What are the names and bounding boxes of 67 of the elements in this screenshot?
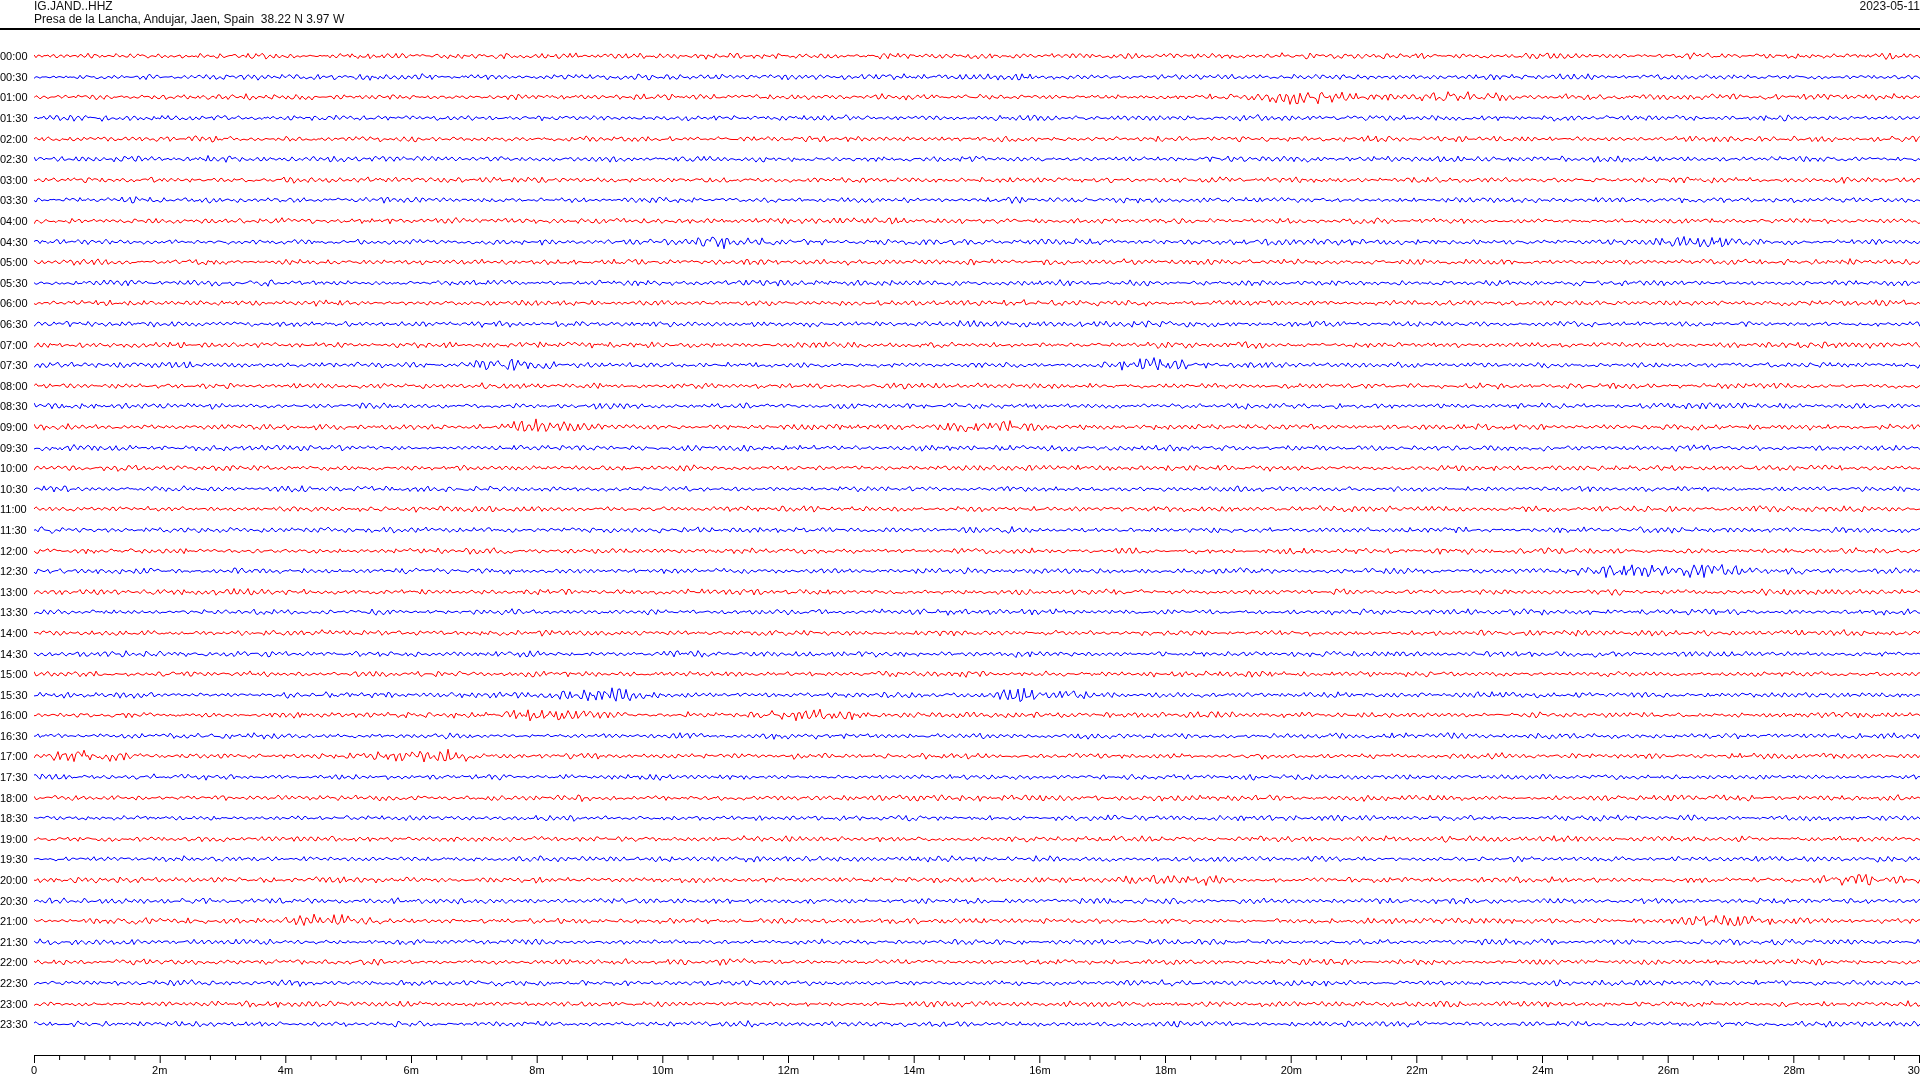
time-label: 15:30 xyxy=(0,688,29,701)
axis-label: 26m xyxy=(1657,1063,1680,1076)
axis-label: 18m xyxy=(1154,1063,1177,1076)
axis-label: 2m xyxy=(152,1063,168,1076)
time-label: 21:00 xyxy=(0,915,29,928)
time-label: 20:00 xyxy=(0,874,29,887)
time-label: 00:00 xyxy=(0,50,29,63)
time-label: 02:30 xyxy=(0,153,29,166)
time-label: 15:00 xyxy=(0,668,29,681)
time-label: 10:30 xyxy=(0,482,29,495)
axis-label: 30 xyxy=(1907,1063,1920,1076)
time-label: 00:30 xyxy=(0,70,29,83)
time-label: 08:00 xyxy=(0,379,29,392)
time-label: 19:00 xyxy=(0,832,29,845)
time-label: 04:30 xyxy=(0,235,29,248)
axis-label: 12m xyxy=(777,1063,800,1076)
time-label: 16:30 xyxy=(0,729,29,742)
time-label: 20:30 xyxy=(0,894,29,907)
axis-label: 28m xyxy=(1783,1063,1805,1076)
axis-label: 4m xyxy=(277,1063,294,1076)
time-label: 19:30 xyxy=(0,853,29,866)
time-label: 23:00 xyxy=(0,997,29,1010)
time-label: 05:30 xyxy=(0,276,29,289)
time-label: 17:00 xyxy=(0,750,29,763)
time-label: 06:30 xyxy=(0,318,29,330)
time-label: 12:30 xyxy=(0,565,29,578)
time-label: 14:30 xyxy=(0,647,29,660)
date-label: 2023-05-11 xyxy=(1859,0,1920,15)
time-label: 22:00 xyxy=(0,956,29,969)
time-label: 12:00 xyxy=(0,544,29,557)
time-label: 13:30 xyxy=(0,606,29,619)
time-label: 03:00 xyxy=(0,173,29,186)
axis-label: 16m xyxy=(1029,1063,1051,1076)
time-label: 11:30 xyxy=(0,523,28,536)
axis-label: 10m xyxy=(651,1063,674,1076)
axis-label: 6m xyxy=(403,1063,419,1076)
time-label: 10:00 xyxy=(0,462,29,475)
station-code: IG.JAND..HHZ xyxy=(34,0,114,13)
time-label: 09:30 xyxy=(0,441,29,454)
axis-label: 8m xyxy=(529,1063,545,1076)
time-label: 23:30 xyxy=(0,1018,29,1031)
time-label: 18:30 xyxy=(0,812,29,825)
time-label: 01:30 xyxy=(0,112,29,125)
time-label: 14:00 xyxy=(0,626,29,639)
time-label: 13:00 xyxy=(0,585,29,598)
station-location: Presa de la Lancha, Andujar, Jaen, Spain 38.22 N 3.97 W xyxy=(34,13,345,26)
time-label: 08:30 xyxy=(0,400,29,413)
time-label: 07:00 xyxy=(0,338,29,351)
axis-label: 24m xyxy=(1532,1063,1554,1076)
time-label: 06:00 xyxy=(0,297,29,310)
axis-label: 0 xyxy=(31,1063,38,1076)
time-label: 21:30 xyxy=(0,935,29,948)
time-label: 18:00 xyxy=(0,791,29,804)
time-label: 01:00 xyxy=(0,91,29,104)
time-label: 16:00 xyxy=(0,709,29,722)
time-label: 07:30 xyxy=(0,359,29,372)
time-label: 11:00 xyxy=(0,503,28,516)
time-label: 04:00 xyxy=(0,215,29,228)
axis-label: 20m xyxy=(1280,1063,1303,1076)
axis-label: 14m xyxy=(903,1063,925,1076)
time-label: 05:00 xyxy=(0,256,29,269)
time-label: 17:30 xyxy=(0,771,29,784)
axis-label: 22m xyxy=(1406,1063,1428,1076)
time-label: 03:30 xyxy=(0,194,29,207)
time-label: 22:30 xyxy=(0,977,29,989)
time-label: 09:00 xyxy=(0,421,29,433)
time-label: 02:00 xyxy=(0,132,29,145)
